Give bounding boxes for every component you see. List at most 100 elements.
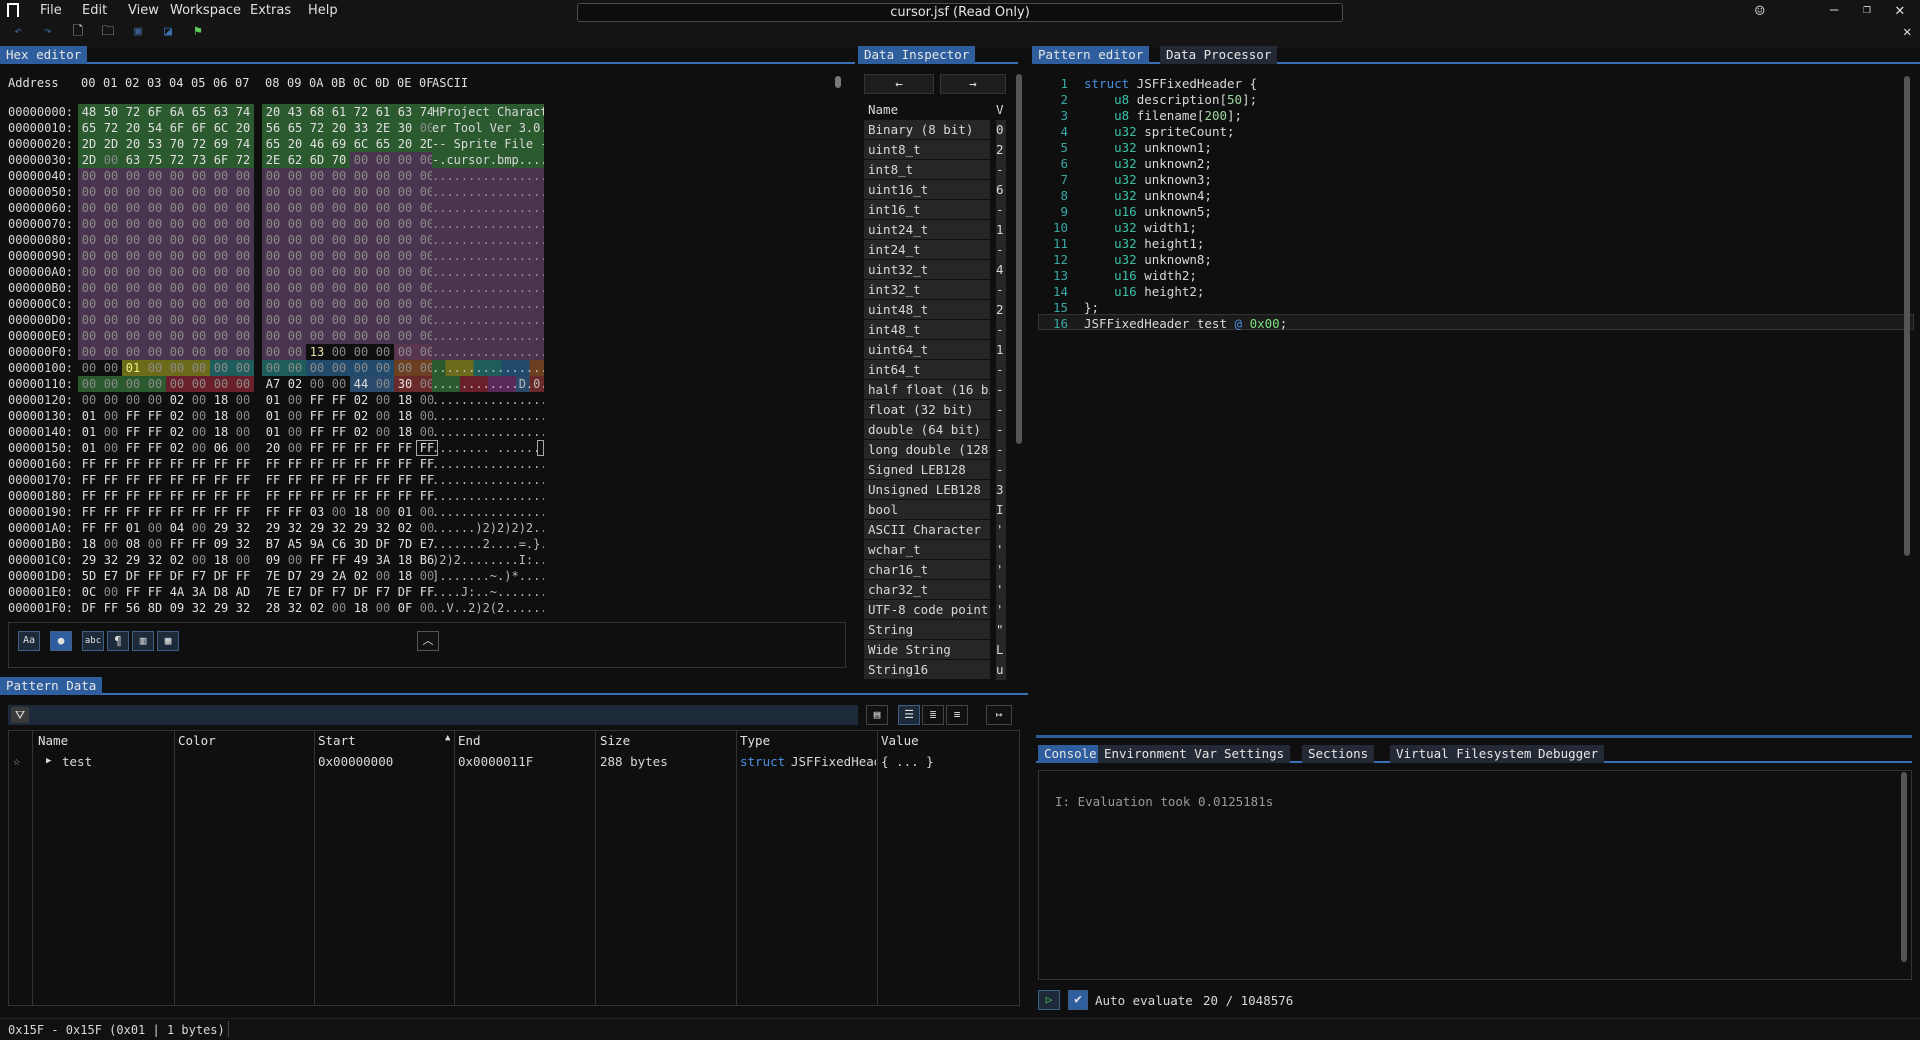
inspector-row-name[interactable]: uint8_t — [864, 140, 990, 160]
hex-byte[interactable]: 6F — [144, 104, 166, 120]
menu-help[interactable]: Help — [308, 3, 338, 18]
hex-byte[interactable]: 00 — [144, 264, 166, 280]
hex-byte[interactable]: 00 — [188, 296, 210, 312]
hex-byte[interactable]: 00 — [350, 360, 372, 376]
bookmark-icon[interactable]: ⚑ — [190, 24, 206, 40]
hex-byte[interactable]: 00 — [306, 216, 328, 232]
hex-byte[interactable]: 00 — [144, 168, 166, 184]
hex-byte[interactable]: FF — [144, 504, 166, 520]
tab-data-processor[interactable]: Data Processor — [1160, 46, 1278, 64]
hex-byte[interactable]: FF — [306, 392, 328, 408]
hex-byte[interactable]: 00 — [394, 248, 416, 264]
table-icon[interactable]: ▦ — [157, 631, 179, 651]
inspector-row-value[interactable]: 4 — [996, 260, 1006, 280]
hex-byte[interactable]: 6A — [166, 104, 188, 120]
hex-byte[interactable]: 00 — [166, 200, 188, 216]
hex-byte[interactable]: 00 — [372, 216, 394, 232]
inspector-row-name[interactable]: int32_t — [864, 280, 990, 300]
hex-byte[interactable]: 00 — [100, 264, 122, 280]
hex-byte[interactable]: 03 — [306, 504, 328, 520]
hex-byte[interactable]: 70 — [166, 136, 188, 152]
column-header-type[interactable]: Type — [740, 733, 770, 748]
hex-byte[interactable]: FF — [188, 536, 210, 552]
hex-byte[interactable]: 18 — [210, 552, 232, 568]
hex-byte[interactable]: 2E — [262, 152, 284, 168]
code-line[interactable]: 16 JSFFixedHeader test @ 0x00; — [1044, 316, 1287, 332]
hex-byte[interactable]: 65 — [78, 120, 100, 136]
hex-byte[interactable]: 00 — [350, 296, 372, 312]
hex-byte[interactable]: FF — [328, 488, 350, 504]
hex-byte[interactable]: 29 — [210, 600, 232, 616]
hex-byte[interactable]: 62 — [284, 152, 306, 168]
hex-byte[interactable]: FF — [122, 456, 144, 472]
hex-byte[interactable]: 29 — [350, 520, 372, 536]
hex-byte[interactable]: 6C — [350, 136, 372, 152]
run-button[interactable]: ▷ — [1038, 990, 1060, 1010]
hex-byte[interactable]: 00 — [284, 312, 306, 328]
hex-byte[interactable]: 00 — [78, 296, 100, 312]
hex-byte[interactable]: 00 — [78, 232, 100, 248]
hex-byte[interactable]: FF — [166, 504, 188, 520]
inspector-row-value[interactable]: 3 — [996, 480, 1006, 500]
hex-byte[interactable]: 00 — [78, 248, 100, 264]
hex-byte[interactable]: 00 — [166, 184, 188, 200]
inspector-row-value[interactable]: L — [996, 640, 1006, 660]
hex-byte[interactable]: FF — [284, 504, 306, 520]
hex-byte[interactable]: 00 — [328, 168, 350, 184]
hex-byte[interactable]: FF — [100, 600, 122, 616]
hex-byte[interactable]: FF — [100, 456, 122, 472]
hex-byte[interactable]: A7 — [262, 376, 284, 392]
hex-byte[interactable]: 00 — [350, 264, 372, 280]
hex-byte[interactable]: 2E — [372, 120, 394, 136]
view-mode-icon-1[interactable]: ▤ — [866, 705, 888, 725]
inspector-row-value[interactable]: ' — [996, 560, 1006, 580]
inspector-row-name[interactable]: int8_t — [864, 160, 990, 180]
hex-byte[interactable]: 00 — [144, 280, 166, 296]
hex-byte[interactable]: 00 — [232, 280, 254, 296]
favorite-star-icon[interactable]: ☆ — [13, 754, 20, 768]
inspector-row-name[interactable]: int24_t — [864, 240, 990, 260]
hex-byte[interactable]: 00 — [188, 344, 210, 360]
hex-byte[interactable]: 00 — [394, 184, 416, 200]
redo-icon[interactable]: ↷ — [40, 24, 56, 40]
hex-byte[interactable]: FF — [100, 520, 122, 536]
hex-byte[interactable]: 00 — [232, 296, 254, 312]
hex-byte[interactable]: 00 — [284, 440, 306, 456]
hex-byte[interactable]: 00 — [350, 248, 372, 264]
hex-byte[interactable]: 69 — [210, 136, 232, 152]
hex-byte[interactable]: 00 — [188, 280, 210, 296]
hex-byte[interactable]: 00 — [394, 296, 416, 312]
column-header-value[interactable]: Value — [881, 733, 919, 748]
hex-byte[interactable]: 00 — [144, 344, 166, 360]
hex-byte[interactable]: 01 — [262, 392, 284, 408]
inspector-row-value[interactable]: - — [996, 320, 1006, 340]
hex-byte[interactable]: FF — [144, 472, 166, 488]
hex-byte[interactable]: FF — [328, 440, 350, 456]
hex-byte[interactable]: 00 — [350, 216, 372, 232]
hex-byte[interactable]: 00 — [306, 248, 328, 264]
inspector-row-value[interactable]: ' — [996, 540, 1006, 560]
inspector-row-value[interactable]: 0 — [996, 120, 1006, 140]
inspector-row-name[interactable]: uint48_t — [864, 300, 990, 320]
menu-edit[interactable]: Edit — [82, 3, 107, 18]
hex-byte[interactable]: 00 — [210, 296, 232, 312]
hex-byte[interactable]: 00 — [188, 376, 210, 392]
inspector-row-name[interactable]: wchar_t — [864, 540, 990, 560]
tab-settings[interactable]: Settings — [1218, 745, 1291, 763]
hex-byte[interactable]: FF — [122, 504, 144, 520]
hex-byte[interactable]: 00 — [100, 584, 122, 600]
hex-byte[interactable]: 32 — [144, 552, 166, 568]
hex-byte[interactable]: 00 — [122, 184, 144, 200]
hex-byte[interactable]: 2D — [100, 136, 122, 152]
hex-byte[interactable]: 00 — [232, 184, 254, 200]
hex-byte[interactable]: 00 — [372, 296, 394, 312]
hex-byte[interactable]: 00 — [394, 280, 416, 296]
spellcheck-button[interactable]: abc — [82, 631, 104, 651]
hex-byte[interactable]: 00 — [350, 232, 372, 248]
hex-byte[interactable]: 00 — [188, 424, 210, 440]
hex-byte[interactable]: FF — [122, 488, 144, 504]
hex-byte[interactable]: 00 — [372, 328, 394, 344]
paragraph-icon[interactable]: ¶ — [107, 631, 129, 651]
hex-byte[interactable]: 00 — [144, 536, 166, 552]
hex-byte[interactable]: 32 — [328, 520, 350, 536]
